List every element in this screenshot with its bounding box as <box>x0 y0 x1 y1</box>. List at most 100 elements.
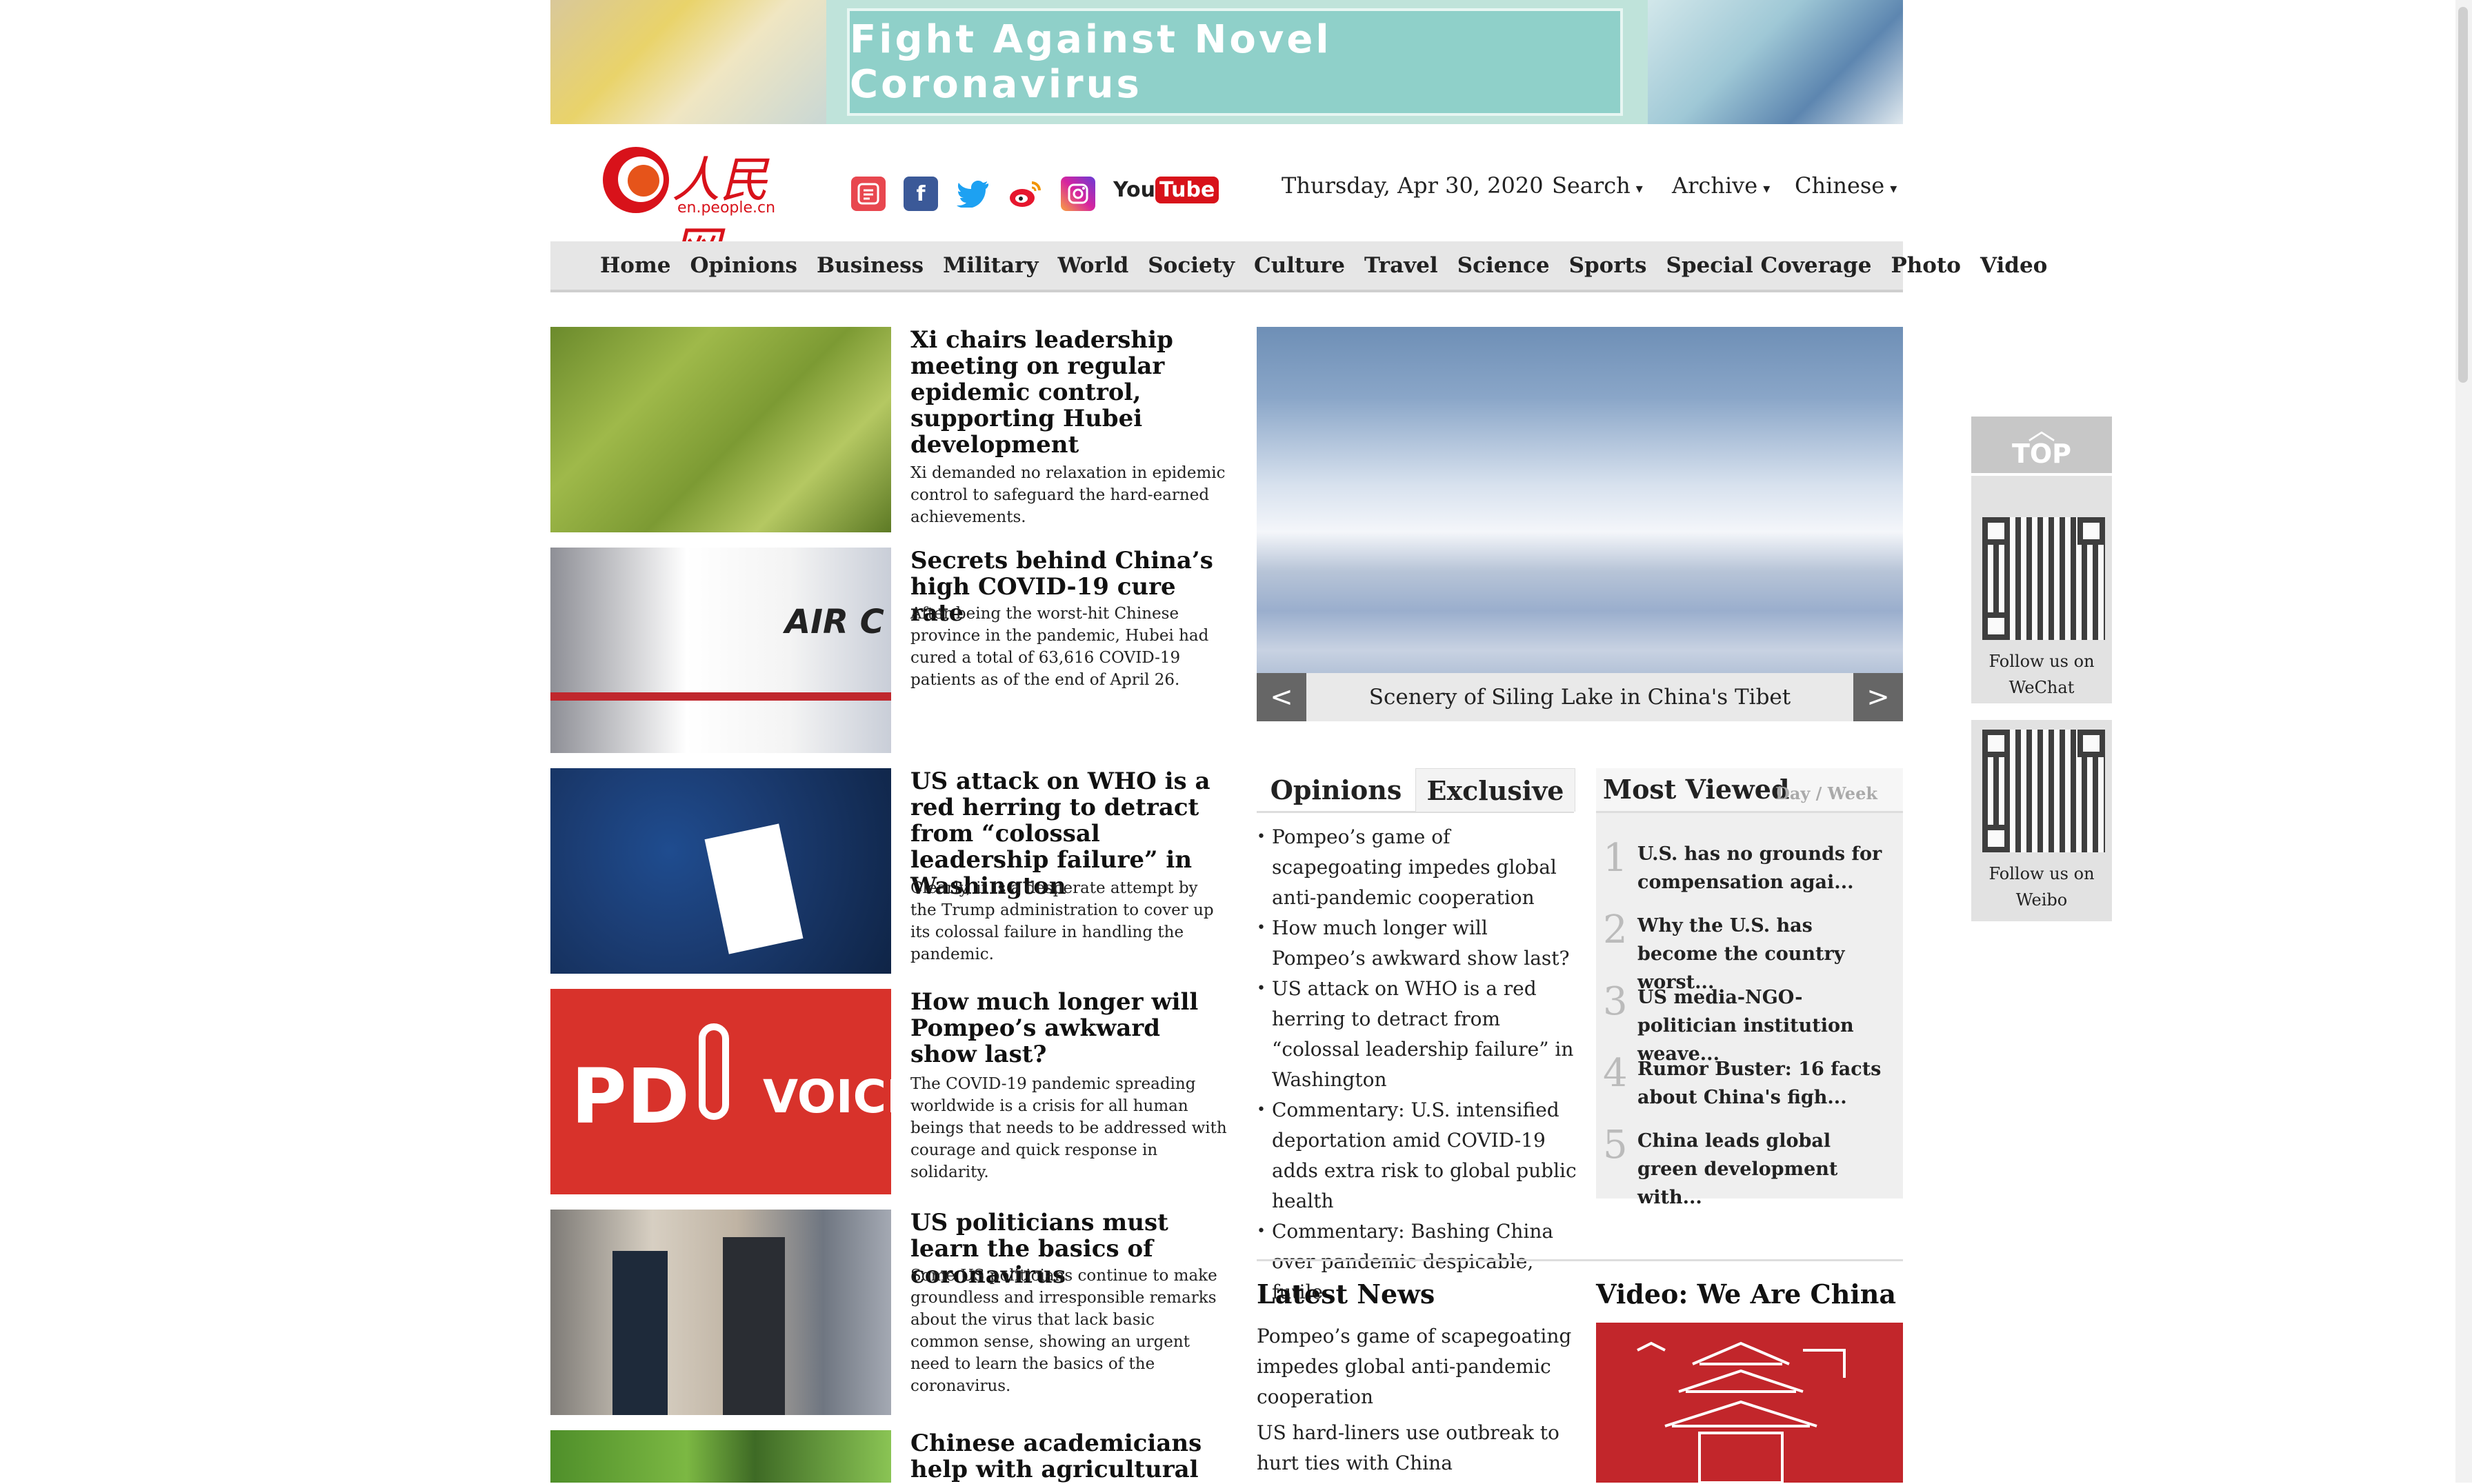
story-item: PD VOICE How much longer will Pompeo’s a… <box>550 989 1240 1194</box>
search-menu[interactable]: Search ▾ <box>1552 172 1643 199</box>
list-item[interactable]: Pompeo’s game of scapegoating impedes gl… <box>1257 822 1581 913</box>
weibo-follow-box: Follow us on Weibo <box>1971 720 2112 921</box>
nav-sports[interactable]: Sports <box>1569 253 1647 278</box>
instagram-icon[interactable] <box>1061 177 1095 211</box>
temple-illustration-icon <box>1637 1341 1846 1483</box>
nav-travel[interactable]: Travel <box>1364 253 1438 278</box>
search-menu-label: Search <box>1552 172 1631 199</box>
current-date: Thursday, Apr 30, 2020 <box>1282 172 1544 199</box>
nav-culture[interactable]: Culture <box>1254 253 1345 278</box>
weibo-label-line2: Weibo <box>2015 890 2068 910</box>
latest-news-title: Latest News <box>1257 1279 1435 1310</box>
story-thumbnail[interactable] <box>550 1210 891 1415</box>
back-to-top-label: TOP <box>2011 439 2072 469</box>
archive-menu[interactable]: Archive ▾ <box>1672 172 1770 199</box>
story-item: US politicians must learn the basics of … <box>550 1210 1240 1415</box>
banner-image-right <box>1648 0 1903 124</box>
slider-prev-button[interactable]: < <box>1257 673 1306 721</box>
youtube-tube-text: Tube <box>1155 177 1219 203</box>
most-viewed-item[interactable]: 4 Rumor Buster: 16 facts about China's f… <box>1596 1048 1903 1114</box>
nav-military[interactable]: Military <box>943 253 1038 278</box>
list-item[interactable]: US attack on WHO is a red herring to det… <box>1257 974 1581 1095</box>
microphone-icon <box>699 1023 729 1120</box>
rank-number: 2 <box>1603 908 1628 952</box>
wechat-qr-code[interactable] <box>1982 517 2105 640</box>
page-scrollbar[interactable] <box>2455 0 2472 1483</box>
rank-number: 5 <box>1603 1123 1628 1167</box>
story-thumbnail[interactable]: PD VOICE <box>550 989 917 1194</box>
slider-image <box>1257 327 1903 721</box>
list-item[interactable]: US hard-liners use outbreak to hurt ties… <box>1257 1418 1581 1478</box>
nav-science[interactable]: Science <box>1457 253 1550 278</box>
language-menu[interactable]: Chinese ▾ <box>1795 172 1897 199</box>
most-viewed-period-tabs: Day / Week <box>1775 783 1877 803</box>
story-thumbnail[interactable]: AIR C <box>550 548 891 753</box>
most-viewed-link[interactable]: China leads global green development wit… <box>1637 1127 1893 1212</box>
nav-business[interactable]: Business <box>817 253 924 278</box>
chevron-down-icon: ▾ <box>1890 180 1897 197</box>
list-item[interactable]: Pompeo’s game of scapegoating impedes gl… <box>1257 1321 1581 1412</box>
story-title[interactable]: Chinese academicians help with agricultu… <box>910 1430 1228 1483</box>
story-title[interactable]: Xi chairs leadership meeting on regular … <box>910 327 1228 458</box>
photo-slider[interactable]: Scenery of Siling Lake in China's Tibet … <box>1257 327 1903 721</box>
list-item[interactable]: Commentary: U.S. intensified deportation… <box>1257 1095 1581 1216</box>
chevron-up-icon: ︿ <box>2028 414 2055 446</box>
nav-home[interactable]: Home <box>600 253 671 278</box>
section-divider <box>1257 1259 1903 1261</box>
opinions-list: Pompeo’s game of scapegoating impedes gl… <box>1257 822 1581 1307</box>
video-thumbnail[interactable] <box>1596 1323 1903 1483</box>
people-app-icon[interactable] <box>851 177 886 211</box>
story-summary: The COVID-19 pandemic spreading worldwid… <box>910 1075 1227 1181</box>
banner-title: Fight Against Novel Coronavirus <box>850 17 1332 107</box>
thumbnail-text: AIR C <box>785 603 884 641</box>
story-summary: Xi demanded no relaxation in epidemic co… <box>910 464 1226 526</box>
banner-image-left <box>550 0 826 124</box>
tab-day[interactable]: Day <box>1775 783 1810 803</box>
youtube-icon[interactable]: You Tube <box>1113 177 1219 210</box>
site-logo[interactable]: 人民网 en.people.cn <box>603 141 810 278</box>
story-item: Xi chairs leadership meeting on regular … <box>550 327 1240 532</box>
story-thumbnail[interactable] <box>550 1430 891 1483</box>
story-summary: After being the worst-hit Chinese provin… <box>910 605 1209 689</box>
story-thumbnail[interactable] <box>550 327 891 532</box>
period-separator: / <box>1815 783 1822 803</box>
wechat-label-line1: Follow us on <box>1988 652 2095 671</box>
most-viewed-link[interactable]: Rumor Buster: 16 facts about China's fig… <box>1637 1055 1893 1112</box>
story-item: US attack on WHO is a red herring to det… <box>550 768 1240 974</box>
weibo-qr-code[interactable] <box>1982 730 2105 852</box>
most-viewed-header: Most Viewed Day / Week <box>1596 768 1903 813</box>
nav-special-coverage[interactable]: Special Coverage <box>1666 253 1871 278</box>
wechat-follow-box: Follow us on WeChat <box>1971 476 2112 703</box>
nav-photo[interactable]: Photo <box>1891 253 1961 278</box>
rank-number: 1 <box>1603 836 1628 881</box>
wechat-label-line2: WeChat <box>2009 678 2075 697</box>
list-item[interactable]: How much longer will Pompeo’s awkward sh… <box>1257 913 1581 974</box>
story-thumbnail[interactable] <box>550 768 891 974</box>
most-viewed-item[interactable]: 1 U.S. has no grounds for compensation a… <box>1596 833 1903 899</box>
back-to-top-button[interactable]: ︿ TOP <box>1971 417 2112 473</box>
tab-opinions[interactable]: Opinions <box>1257 768 1415 811</box>
tab-exclusive[interactable]: Exclusive <box>1415 768 1575 812</box>
most-viewed-link[interactable]: U.S. has no grounds for compensation aga… <box>1637 840 1893 896</box>
rank-number: 4 <box>1603 1051 1628 1096</box>
most-viewed-item[interactable]: 2 Why the U.S. has become the country wo… <box>1596 905 1903 993</box>
most-viewed-item[interactable]: 3 US media-NGO-politician institution we… <box>1596 976 1903 1065</box>
youtube-you-text: You <box>1113 178 1155 202</box>
nav-world[interactable]: World <box>1058 253 1129 278</box>
most-viewed-item[interactable]: 5 China leads global green development w… <box>1596 1120 1903 1208</box>
nav-society[interactable]: Society <box>1148 253 1235 278</box>
slider-caption[interactable]: Scenery of Siling Lake in China's Tibet <box>1257 673 1903 721</box>
tab-week[interactable]: Week <box>1828 783 1877 803</box>
weibo-icon[interactable] <box>1008 177 1043 211</box>
scrollbar-thumb[interactable] <box>2458 7 2468 383</box>
story-title[interactable]: How much longer will Pompeo’s awkward sh… <box>910 989 1228 1067</box>
slider-next-button[interactable]: > <box>1853 673 1903 721</box>
nav-opinions[interactable]: Opinions <box>690 253 797 278</box>
nav-video[interactable]: Video <box>1980 253 2047 278</box>
main-nav: Home Opinions Business Military World So… <box>550 241 2047 292</box>
facebook-icon[interactable]: f <box>904 177 938 211</box>
coronavirus-banner[interactable]: Fight Against Novel Coronavirus <box>550 0 1903 124</box>
rank-number: 3 <box>1603 979 1628 1024</box>
logo-mark-icon <box>603 147 669 213</box>
twitter-icon[interactable] <box>956 177 990 211</box>
